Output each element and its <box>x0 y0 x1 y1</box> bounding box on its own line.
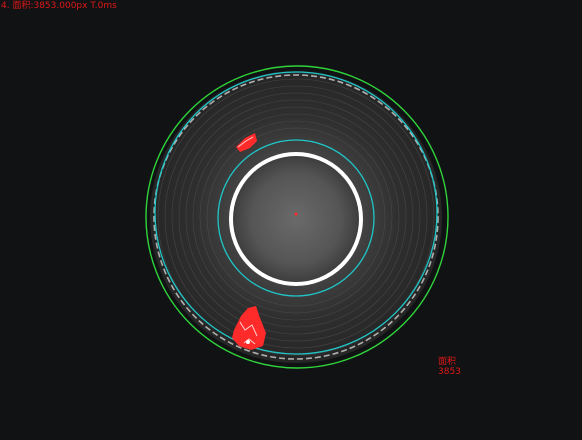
area-label-name: 面积 <box>438 357 457 367</box>
inspection-image <box>145 65 449 369</box>
area-measurement-label: 面积 3853 <box>438 357 461 377</box>
center-mark <box>294 212 298 216</box>
status-readout: 4. 面积:3853.000px T.0ms <box>1 1 117 11</box>
inspection-viewport: 4. 面积:3853.000px T.0ms 面积 3853 <box>0 0 582 440</box>
area-label-value: 3853 <box>438 367 461 377</box>
